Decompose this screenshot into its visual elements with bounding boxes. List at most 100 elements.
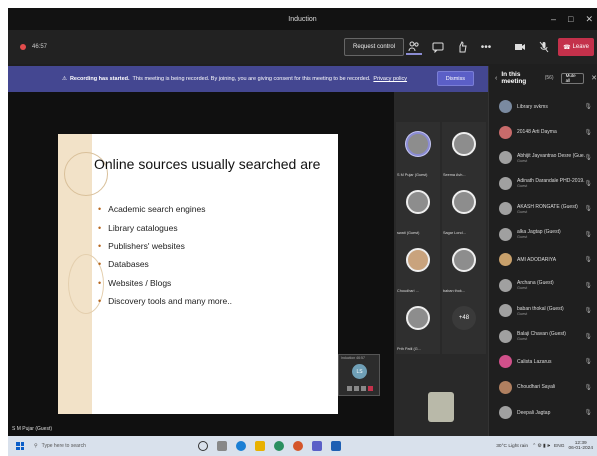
leave-button[interactable]: ☎ Leave — [558, 38, 594, 56]
participant-name: Calista Lazarus — [517, 358, 552, 365]
participant-list-item[interactable]: Calista Lazarus 🎙 — [489, 349, 597, 375]
participant-tile[interactable]: baban thok... — [442, 238, 486, 296]
search-placeholder: Type here to search — [41, 443, 86, 449]
clock-date: 06-01-2024 — [568, 446, 593, 451]
taskbar-search[interactable]: ⚲ Type here to search — [34, 439, 152, 453]
language-indicator[interactable]: ENG — [554, 444, 564, 449]
tray-icons[interactable]: ⌃ ⚙ ▮ 🕪 — [532, 443, 550, 449]
slide-bullet: Academic search engines — [98, 200, 232, 218]
participant-tile[interactable]: S M Pujar (Guest) — [396, 122, 440, 180]
mic-icon[interactable] — [536, 39, 552, 55]
chat-icon[interactable] — [430, 39, 446, 55]
file-explorer-icon[interactable] — [255, 441, 265, 451]
close-button[interactable]: ✕ — [585, 14, 593, 25]
avatar — [499, 253, 512, 267]
weather-text[interactable]: 30°C Light rain — [496, 444, 528, 449]
window-title: Induction — [288, 15, 317, 23]
more-participants-tile[interactable]: +48 — [442, 296, 486, 354]
participant-info: Archana (Guest) Guest — [517, 280, 585, 290]
mute-all-button[interactable]: Mute all — [560, 72, 585, 84]
windows-start-icon[interactable] — [16, 442, 24, 450]
participant-tile[interactable]: Choudhari ... — [396, 238, 440, 296]
avatar — [499, 227, 512, 241]
leave-icon[interactable] — [368, 386, 373, 391]
request-control-button[interactable]: Request control — [344, 38, 405, 56]
mic-muted-icon: 🎙 — [584, 333, 592, 340]
participant-role: Guest — [517, 158, 528, 163]
chrome-icon[interactable] — [274, 441, 284, 451]
participant-name: 20148 Arti Dayma — [517, 129, 557, 136]
participant-list-item[interactable]: AMI ADODARIYA 🎙 — [489, 247, 597, 273]
self-video — [428, 392, 454, 422]
banner-message: This meeting is being recorded. By joini… — [132, 76, 371, 82]
participant-info: Choudhari Sayali — [517, 384, 585, 390]
people-icon[interactable] — [406, 39, 422, 55]
reactions-icon[interactable] — [454, 39, 470, 55]
slide-bullet: Discovery tools and many more.. — [98, 292, 232, 310]
word-icon[interactable] — [331, 441, 341, 451]
panel-title: In this meeting — [501, 71, 527, 85]
participant-list-item[interactable]: Deepali Jagtap 🎙 — [489, 400, 597, 426]
mic-muted-icon: 🎙 — [584, 282, 592, 289]
mini-window-header: Induction 46:57 — [341, 356, 365, 360]
mic-muted-icon: 🎙 — [584, 410, 592, 416]
browser-icon[interactable] — [293, 441, 303, 451]
participant-role: Guest — [517, 184, 528, 189]
close-icon[interactable]: ✕ — [591, 74, 597, 82]
participant-info: AKASH RONGATE (Guest) Guest — [517, 204, 585, 214]
panel-header: ‹ In this meeting (56) Mute all ✕ — [489, 66, 597, 90]
task-view-icon[interactable] — [217, 441, 227, 451]
participant-list-item[interactable]: Adinath Darandale PHD-2019... Guest 🎙 — [489, 171, 597, 197]
participant-name: Sagar Lond... — [443, 231, 466, 235]
avatar — [452, 190, 476, 214]
mini-meeting-window[interactable]: Induction 46:57 LS — [338, 354, 380, 396]
mic-muted-icon: 🎙 — [584, 359, 592, 365]
participant-name: Adinath Darandale PHD-2019... — [517, 178, 585, 185]
participant-name: Abhijit Jayvantrao Desre (Gue... — [517, 152, 585, 159]
mic-muted-icon: 🎙 — [584, 129, 592, 136]
more-count: +48 — [452, 306, 476, 330]
minimize-button[interactable]: – — [551, 14, 556, 24]
presenter-label: S M Pujar (Guest) — [12, 426, 53, 432]
maximize-button[interactable]: □ — [568, 14, 573, 24]
toolbar-icons: ••• — [406, 38, 576, 56]
chevron-left-icon[interactable]: ‹ — [495, 75, 497, 82]
participant-name: AKASH RONGATE (Guest) — [517, 203, 578, 210]
participant-tile[interactable]: Sagar Lond... — [442, 180, 486, 238]
participant-list-item[interactable]: Abhijit Jayvantrao Desre (Gue... Guest 🎙 — [489, 145, 597, 171]
participant-name: swati (Guest) — [397, 231, 420, 235]
camera-icon[interactable] — [512, 39, 528, 55]
share-icon[interactable] — [361, 386, 366, 391]
participant-list-item[interactable]: Balaji Chavan (Guest) Guest 🎙 — [489, 324, 597, 350]
mic-icon[interactable] — [354, 386, 359, 391]
teams-icon[interactable] — [312, 441, 322, 451]
clock[interactable]: 12:39 06-01-2024 — [568, 441, 593, 452]
avatar — [406, 248, 430, 272]
participant-info: AMI ADODARIYA — [517, 257, 585, 263]
participant-list-item[interactable]: Library svkms 🎙 — [489, 94, 597, 120]
mini-controls — [347, 386, 373, 391]
dismiss-button[interactable]: Dismiss — [436, 71, 474, 86]
participants-panel: ‹ In this meeting (56) Mute all ✕ Librar… — [488, 66, 597, 436]
slide-title: Online sources usually searched are — [94, 156, 321, 172]
avatar — [499, 202, 512, 216]
participant-list-item[interactable]: AKASH RONGATE (Guest) Guest 🎙 — [489, 196, 597, 222]
participant-list-item[interactable]: alka Jagtap (Guest) Guest 🎙 — [489, 222, 597, 248]
participant-list-item[interactable]: Choudhari Sayali 🎙 — [489, 375, 597, 401]
participant-info: alka Jagtap (Guest) Guest — [517, 229, 585, 239]
participant-list-item[interactable]: Archana (Guest) Guest 🎙 — [489, 273, 597, 299]
participant-list: Library svkms 🎙 20148 Arti Dayma 🎙 Abhijit J… — [489, 94, 597, 426]
more-icon[interactable]: ••• — [478, 39, 494, 55]
camera-icon[interactable] — [347, 386, 352, 391]
participant-list-item[interactable]: 20148 Arti Dayma 🎙 — [489, 120, 597, 146]
slide-bullets: Academic search engines Library catalogu… — [98, 200, 232, 310]
cortana-icon[interactable] — [198, 441, 208, 451]
mic-muted-icon: 🎙 — [584, 206, 592, 212]
participant-tile[interactable]: Prth Patil (G... — [396, 296, 440, 354]
participant-list-item[interactable]: baban thokal (Guest) Guest 🎙 — [489, 298, 597, 324]
participant-name: Seema Avh... — [443, 173, 466, 177]
privacy-policy-link[interactable]: Privacy policy — [373, 76, 407, 82]
participant-tile[interactable]: swati (Guest) — [396, 180, 440, 238]
participant-tile[interactable]: Seema Avh... — [442, 122, 486, 180]
edge-icon[interactable] — [236, 441, 246, 451]
